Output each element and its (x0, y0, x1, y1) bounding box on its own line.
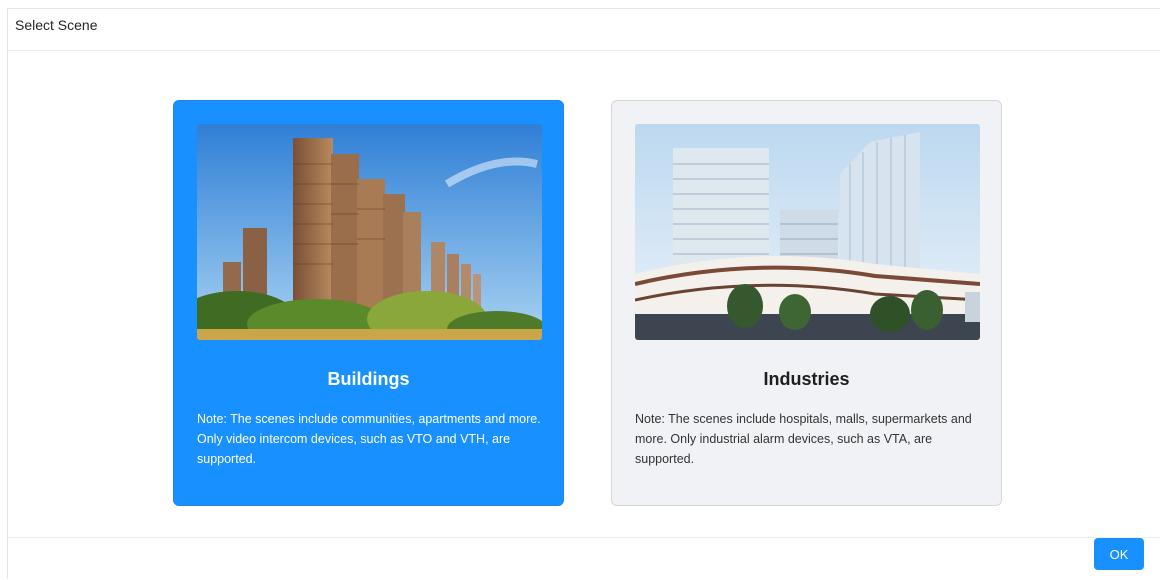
scene-card-note: Note: The scenes include hospitals, mall… (635, 412, 972, 466)
industries-photo (635, 124, 980, 340)
ok-button[interactable]: OK (1094, 538, 1144, 570)
scene-card-buildings[interactable]: Buildings Note: The scenes include commu… (173, 100, 564, 506)
dialog-title: Select Scene (15, 17, 98, 33)
industries-scene-image (635, 124, 980, 340)
buildings-scene-image (197, 124, 542, 340)
dialog-footer (8, 537, 1160, 580)
scene-card-title: Buildings (327, 369, 410, 389)
scene-card-industries[interactable]: Industries Note: The scenes include hosp… (611, 100, 1002, 506)
scene-card-note: Note: The scenes include communities, ap… (197, 412, 541, 466)
select-scene-dialog: Select Scene Buildings Note: The scenes … (7, 8, 1160, 579)
buildings-photo (197, 124, 542, 340)
dialog-header: Select Scene (8, 9, 1160, 51)
scene-card-title: Industries (763, 369, 850, 389)
